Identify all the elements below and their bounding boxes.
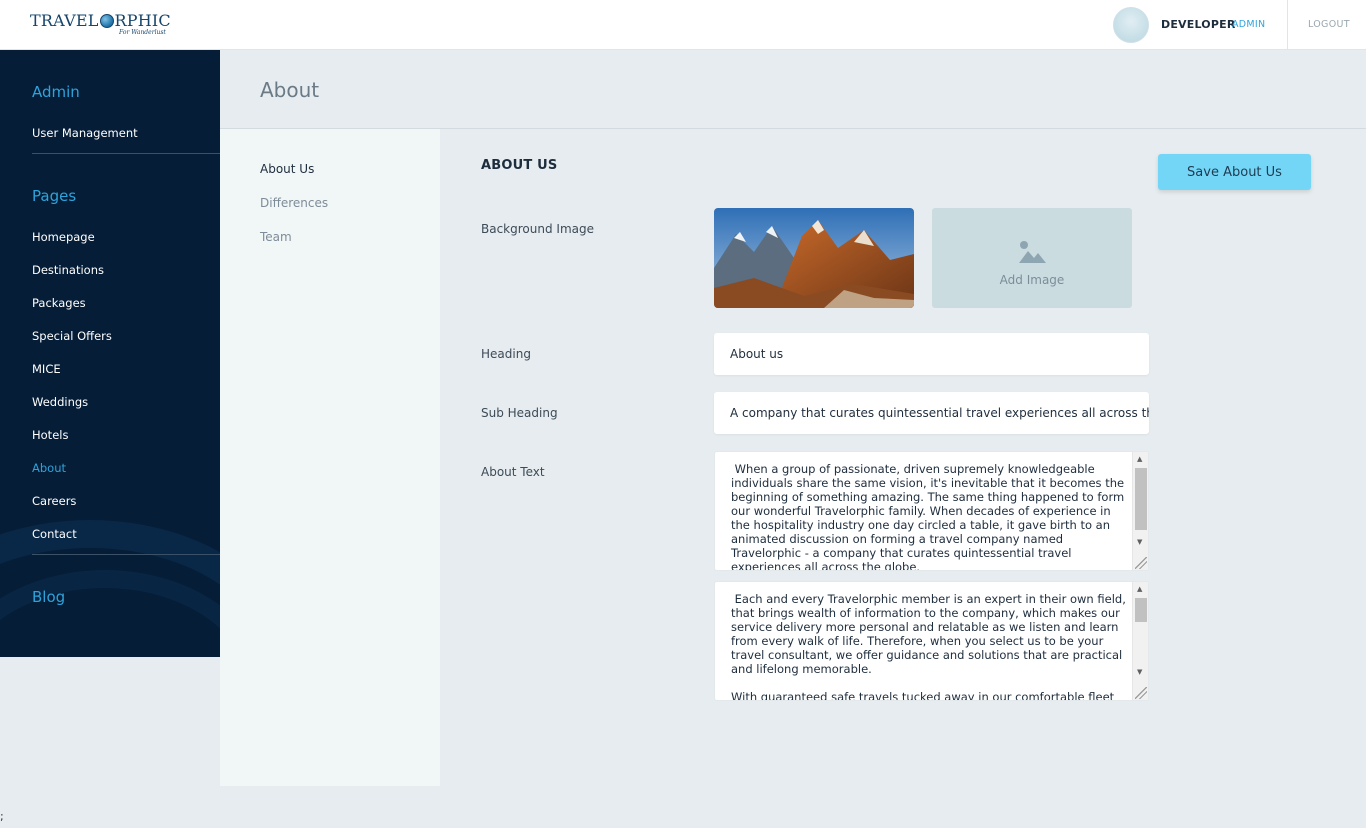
scrollbar-thumb[interactable] — [1135, 468, 1147, 530]
brand-tagline: For Wanderlust — [119, 29, 166, 36]
image-placeholder-icon — [1019, 241, 1046, 263]
about-text-1-content: When a group of passionate, driven supre… — [731, 462, 1128, 571]
scroll-down-icon[interactable]: ▼ — [1137, 668, 1142, 676]
sidebar-section-pages[interactable]: Pages — [32, 187, 76, 205]
sidebar: Admin User Management Pages Homepage Des… — [0, 50, 220, 657]
save-about-us-button[interactable]: Save About Us — [1158, 154, 1311, 190]
scroll-up-icon[interactable]: ▲ — [1137, 455, 1142, 463]
about-text-area-2[interactable]: Each and every Travelorphic member is an… — [714, 581, 1149, 701]
scroll-down-icon[interactable]: ▼ — [1137, 538, 1142, 546]
sidebar-item-about[interactable]: About — [32, 461, 66, 475]
subheading-input[interactable]: A company that curates quintessential tr… — [714, 392, 1149, 434]
subnav-item-team[interactable]: Team — [260, 230, 292, 244]
topbar-divider — [1287, 0, 1288, 50]
page-header: About — [220, 50, 1366, 129]
sidebar-section-admin[interactable]: Admin — [32, 83, 80, 101]
about-text-2-content: Each and every Travelorphic member is an… — [731, 592, 1126, 701]
globe-icon — [99, 13, 114, 28]
scroll-up-icon[interactable]: ▲ — [1137, 585, 1142, 593]
textarea-scrollbar[interactable]: ▲ ▼ — [1132, 582, 1148, 700]
subnav-item-differences[interactable]: Differences — [260, 196, 328, 210]
add-image-button[interactable]: Add Image — [932, 208, 1132, 308]
scrollbar-thumb[interactable] — [1135, 598, 1147, 622]
about-text-label: About Text — [481, 465, 545, 479]
top-bar: TRAVEL RPHIC For Wanderlust DEVELOPER ADM… — [0, 0, 1366, 50]
sidebar-section-blog[interactable]: Blog — [32, 588, 65, 606]
sidebar-item-careers[interactable]: Careers — [32, 494, 76, 508]
brand-name-part1: TRAVEL — [30, 11, 99, 30]
background-image-thumbnail[interactable] — [714, 208, 914, 308]
heading-label: Heading — [481, 347, 531, 361]
sidebar-divider — [32, 153, 220, 154]
sidebar-item-hotels[interactable]: Hotels — [32, 428, 68, 442]
background-image-label: Background Image — [481, 222, 594, 236]
sidebar-item-user-management[interactable]: User Management — [32, 126, 138, 140]
textarea-scrollbar[interactable]: ▲ ▼ — [1132, 452, 1148, 570]
section-title: ABOUT US — [481, 158, 558, 173]
brand-logo[interactable]: TRAVEL RPHIC For Wanderlust — [30, 11, 171, 36]
sidebar-item-destinations[interactable]: Destinations — [32, 263, 104, 277]
user-role: ADMIN — [1232, 19, 1266, 30]
add-image-label: Add Image — [999, 273, 1065, 287]
resize-grip-icon[interactable] — [1135, 687, 1147, 699]
sidebar-item-special-offers[interactable]: Special Offers — [32, 329, 112, 343]
mountain-image — [714, 208, 914, 308]
stray-text: ; — [0, 810, 4, 823]
sidebar-divider — [32, 554, 220, 555]
about-text-area-1[interactable]: When a group of passionate, driven supre… — [714, 451, 1149, 571]
logout-link[interactable]: LOGOUT — [1308, 19, 1350, 30]
brand-name-part2: RPHIC — [114, 11, 171, 30]
sub-navigation: About Us Differences Team — [220, 129, 440, 786]
sidebar-item-packages[interactable]: Packages — [32, 296, 86, 310]
subheading-label: Sub Heading — [481, 406, 558, 420]
user-name: DEVELOPER — [1161, 18, 1236, 31]
brand-wordmark: TRAVEL RPHIC — [30, 11, 171, 30]
resize-grip-icon[interactable] — [1135, 557, 1147, 569]
sidebar-item-weddings[interactable]: Weddings — [32, 395, 88, 409]
user-avatar[interactable] — [1113, 7, 1149, 43]
sidebar-item-mice[interactable]: MICE — [32, 362, 61, 376]
subnav-item-about-us[interactable]: About Us — [260, 162, 314, 176]
heading-input[interactable]: About us — [714, 333, 1149, 375]
page-title: About — [260, 78, 320, 102]
sidebar-item-contact[interactable]: Contact — [32, 527, 77, 541]
sidebar-item-homepage[interactable]: Homepage — [32, 230, 95, 244]
